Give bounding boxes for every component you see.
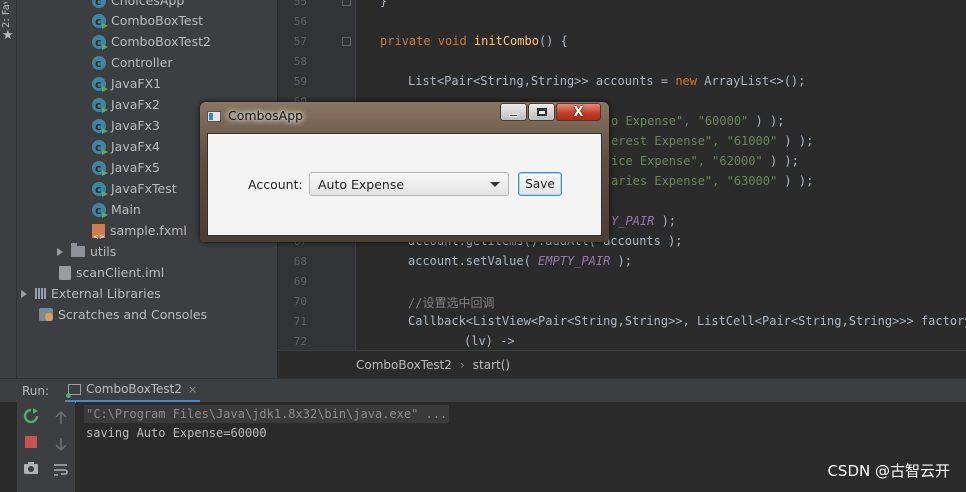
maximize-icon xyxy=(536,108,547,116)
code-line: private void initCombo() { xyxy=(380,34,568,48)
chevron-down-icon[interactable] xyxy=(490,181,500,187)
line-number: 55 xyxy=(293,0,307,8)
star-icon[interactable]: ★ xyxy=(2,28,14,43)
line-number: 58 xyxy=(293,55,307,68)
line-number: 68 xyxy=(293,255,307,268)
tree-item[interactable]: Controller xyxy=(92,52,173,74)
tree-item[interactable]: ComboBoxTest xyxy=(92,10,203,32)
account-label: Account: xyxy=(248,177,303,192)
tree-item[interactable]: ComboBoxTest2 xyxy=(92,31,211,53)
tree-item[interactable]: scanClient.iml xyxy=(59,262,164,283)
code-comment: //设置选中回调 xyxy=(408,296,495,310)
tree-item[interactable]: JavaFx2 xyxy=(92,94,160,116)
tree-item[interactable]: JavaFx5 xyxy=(92,157,160,179)
code-line: aries Expense", "63000" ) ); xyxy=(611,174,814,188)
line-number: 57 xyxy=(293,35,307,48)
tree-item[interactable]: JavaFx4 xyxy=(92,136,160,158)
class-icon xyxy=(92,179,108,200)
fold-marker-icon[interactable] xyxy=(342,0,351,6)
combobox-value: Auto Expense xyxy=(318,176,405,192)
line-number: 56 xyxy=(293,15,307,28)
window-controls: X xyxy=(500,103,601,121)
watermark: CSDN @古智云开 xyxy=(827,462,950,480)
iml-file-icon xyxy=(59,265,71,280)
class-icon xyxy=(92,158,108,179)
close-icon: X xyxy=(573,104,584,120)
arrow-up-icon[interactable] xyxy=(53,410,69,426)
folder-icon xyxy=(71,243,85,257)
run-tab-label: ComboBoxTest2 xyxy=(86,382,183,396)
class-icon xyxy=(92,32,108,53)
line-number: 70 xyxy=(293,295,307,308)
breadcrumb: ComboBoxTest2 › start() xyxy=(278,350,966,378)
tree-item-scratches[interactable]: Scratches and Consoles xyxy=(33,304,207,325)
rerun-icon[interactable] xyxy=(23,408,39,424)
tree-item[interactable]: sample.fxml xyxy=(92,220,187,248)
close-button[interactable]: X xyxy=(556,103,601,121)
left-tool-strip: 2: Favorites ★ xyxy=(0,0,17,378)
window-title: CombosApp xyxy=(228,108,304,123)
app-window-icon xyxy=(207,111,221,122)
tree-item-libraries[interactable]: External Libraries xyxy=(21,283,161,304)
combos-app-window: CombosApp X Account: Auto Expense Save xyxy=(200,102,609,242)
run-config-icon xyxy=(66,383,82,398)
tree-item[interactable]: JavaFX1 xyxy=(92,73,161,95)
code-line: Y_PAIR ); xyxy=(611,214,677,228)
save-button[interactable]: Save xyxy=(518,172,562,196)
code-line: o Expense", "60000" ) ); xyxy=(611,114,785,128)
expand-arrow-icon[interactable] xyxy=(21,289,27,298)
code-line: Callback<ListView<Pair<String,String>>, … xyxy=(408,314,966,328)
line-number: 69 xyxy=(293,275,307,288)
run-label: Run: xyxy=(22,383,50,398)
line-number: 72 xyxy=(293,335,307,348)
run-tab[interactable]: ComboBoxTest2 × xyxy=(65,379,201,403)
arrow-down-icon[interactable] xyxy=(53,436,69,452)
tree-item[interactable]: Main xyxy=(92,199,141,221)
account-combobox[interactable]: Auto Expense xyxy=(309,172,509,196)
breadcrumb-method[interactable]: start() xyxy=(473,358,510,372)
favorites-tab[interactable]: 2: Favorites xyxy=(1,2,15,28)
console-command-line: "C:\Program Files\Java\jdk1.8x32\bin\jav… xyxy=(84,405,450,423)
run-panel-header: Run: ComboBoxTest2 × xyxy=(0,378,966,403)
line-number: 59 xyxy=(293,75,307,88)
code-line: List<Pair<String,String>> accounts = new… xyxy=(408,74,806,88)
class-icon xyxy=(92,95,108,116)
breadcrumb-separator-icon: › xyxy=(459,357,465,372)
tree-item-folder[interactable]: utils xyxy=(57,241,116,262)
maximize-button[interactable] xyxy=(528,103,555,121)
line-number: 71 xyxy=(293,315,307,328)
close-icon[interactable]: × xyxy=(188,383,197,396)
class-icon xyxy=(92,11,108,32)
code-line: (lv) -> xyxy=(464,334,515,348)
soft-wrap-icon[interactable] xyxy=(53,462,69,478)
code-line: } xyxy=(380,0,388,8)
tree-item[interactable]: JavaFxTest xyxy=(92,178,177,200)
library-icon xyxy=(35,288,46,299)
tree-item[interactable]: JavaFx3 xyxy=(92,115,160,137)
class-icon xyxy=(92,137,108,158)
class-icon xyxy=(92,0,106,12)
minimize-button[interactable] xyxy=(500,103,527,121)
code-line: account.setValue( EMPTY_PAIR ); xyxy=(408,254,632,268)
class-icon xyxy=(92,200,108,221)
breadcrumb-class[interactable]: ComboBoxTest2 xyxy=(356,358,452,372)
camera-icon[interactable] xyxy=(23,460,39,476)
fold-marker-icon[interactable] xyxy=(342,37,351,46)
console-output-line: saving Auto Expense=60000 xyxy=(86,426,267,440)
run-toolbar xyxy=(17,402,75,492)
window-content: Account: Auto Expense Save xyxy=(207,133,602,236)
class-icon xyxy=(92,74,108,95)
expand-arrow-icon[interactable] xyxy=(57,247,63,256)
code-line: ice Expense", "62000" ) ); xyxy=(611,154,799,168)
stop-icon[interactable] xyxy=(23,434,39,450)
fxml-file-icon xyxy=(92,223,105,248)
minimize-icon xyxy=(509,113,518,117)
class-icon xyxy=(92,116,108,137)
class-icon xyxy=(92,53,106,74)
scratches-icon xyxy=(39,308,53,321)
code-line: erest Expense", "61000" ) ); xyxy=(611,134,814,148)
